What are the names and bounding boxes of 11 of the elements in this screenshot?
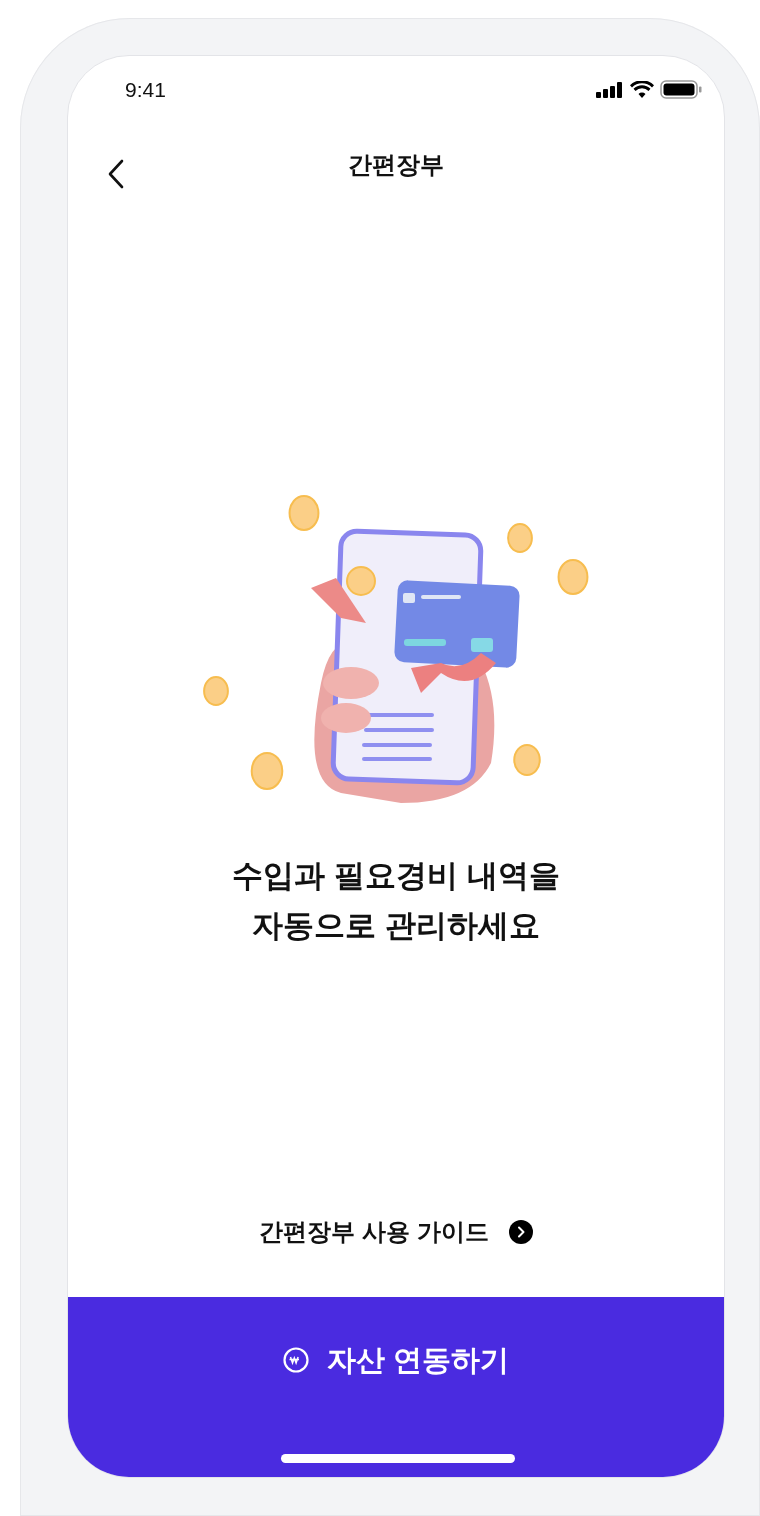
won-coin-icon (282, 1347, 309, 1373)
back-button[interactable] (108, 159, 124, 189)
guide-link[interactable]: 간편장부 사용 가이드 (259, 1216, 533, 1248)
signal-icon (596, 81, 624, 98)
link-assets-button[interactable]: 자산 연동하기 (68, 1297, 724, 1477)
battery-icon (660, 80, 702, 99)
headline-text: 수입과 필요경비 내역을 자동으로 관리하세요 (232, 857, 560, 945)
wifi-icon (630, 81, 654, 98)
status-time: 9:41 (125, 77, 166, 102)
chevron-circle-icon (508, 1220, 533, 1244)
screen-title: 간편장부 (348, 150, 444, 180)
